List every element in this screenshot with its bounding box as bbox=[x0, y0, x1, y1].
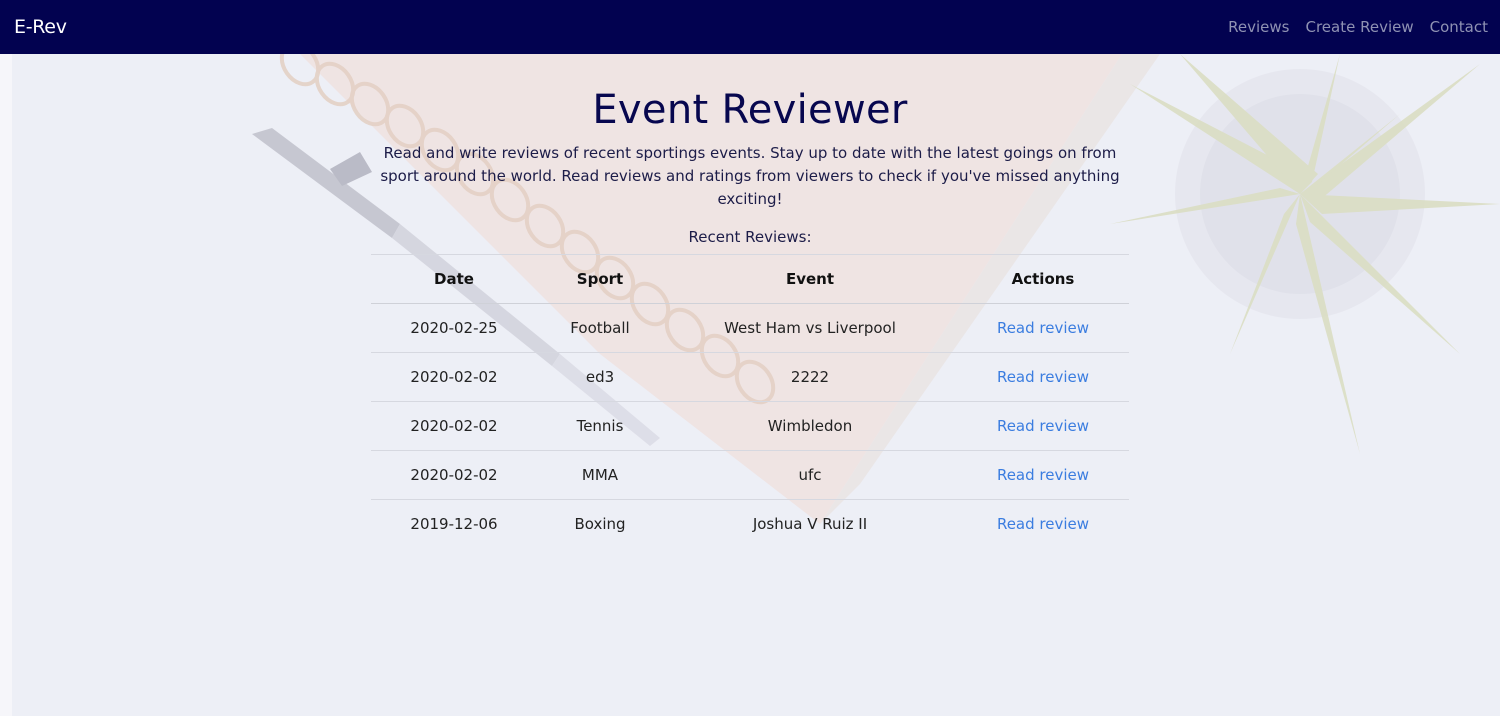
cell-sport: ed3 bbox=[537, 352, 663, 402]
header-sport: Sport bbox=[537, 254, 663, 304]
cell-date: 2019-12-06 bbox=[410, 515, 498, 533]
nav-links: Reviews Create Review Contact bbox=[1228, 18, 1488, 36]
cell-event: 2222 bbox=[663, 352, 957, 402]
cell-date: 2020-02-02 bbox=[371, 352, 537, 402]
cell-date: 2020-02-02 bbox=[371, 450, 537, 500]
cell-event: Joshua V Ruiz II bbox=[752, 515, 868, 533]
cell-sport: Boxing bbox=[574, 515, 626, 533]
read-review-link[interactable]: Read review bbox=[997, 417, 1089, 435]
table-row: 2020-02-02 MMA ufc Read review bbox=[371, 450, 1129, 500]
read-review-link[interactable]: Read review bbox=[997, 368, 1089, 386]
nav-link-create-review[interactable]: Create Review bbox=[1306, 18, 1414, 36]
recent-reviews-label: Recent Reviews: bbox=[688, 228, 812, 246]
cell-actions: Read review bbox=[957, 500, 1129, 549]
navbar: E-Rev Reviews Create Review Contact bbox=[0, 0, 1500, 54]
read-review-link[interactable]: Read review bbox=[997, 466, 1089, 484]
cell-actions: Read review bbox=[957, 352, 1129, 402]
cell-date: 2020-02-25 bbox=[371, 303, 537, 353]
table-header-row: Date Sport Event Actions bbox=[371, 254, 1129, 304]
reviews-table: Date Sport Event Actions 2020-02-25 Foot… bbox=[371, 254, 1129, 548]
brand-logo[interactable]: E-Rev bbox=[14, 16, 67, 38]
cell-event: ufc bbox=[663, 450, 957, 500]
nav-link-contact[interactable]: Contact bbox=[1430, 18, 1488, 36]
header-date: Date bbox=[371, 254, 537, 304]
cell-actions: Read review bbox=[957, 450, 1129, 500]
table-row: 2020-02-02 ed3 2222 Read review bbox=[371, 352, 1129, 402]
cell-event: Wimbledon bbox=[663, 401, 957, 451]
cell-event: West Ham vs Liverpool bbox=[663, 303, 957, 353]
table-row: 2020-02-25 Football West Ham vs Liverpoo… bbox=[371, 303, 1129, 353]
read-review-link[interactable]: Read review bbox=[997, 515, 1089, 533]
cell-actions: Read review bbox=[957, 401, 1129, 451]
main-content: Event Reviewer Read and write reviews of… bbox=[0, 54, 1500, 548]
header-actions: Actions bbox=[957, 254, 1129, 304]
header-event: Event bbox=[663, 254, 957, 304]
cell-sport: Tennis bbox=[537, 401, 663, 451]
cell-actions: Read review bbox=[957, 303, 1129, 353]
cell-date: 2020-02-02 bbox=[371, 401, 537, 451]
read-review-link[interactable]: Read review bbox=[997, 319, 1089, 337]
nav-link-reviews[interactable]: Reviews bbox=[1228, 18, 1289, 36]
page-title: Event Reviewer bbox=[592, 87, 908, 133]
table-row: 2019-12-06 Boxing Joshua V Ruiz II Read … bbox=[371, 500, 1129, 549]
intro-paragraph: Read and write reviews of recent sportin… bbox=[380, 144, 1120, 208]
table-row: 2020-02-02 Tennis Wimbledon Read review bbox=[371, 401, 1129, 451]
cell-sport: MMA bbox=[537, 450, 663, 500]
cell-sport: Football bbox=[537, 303, 663, 353]
